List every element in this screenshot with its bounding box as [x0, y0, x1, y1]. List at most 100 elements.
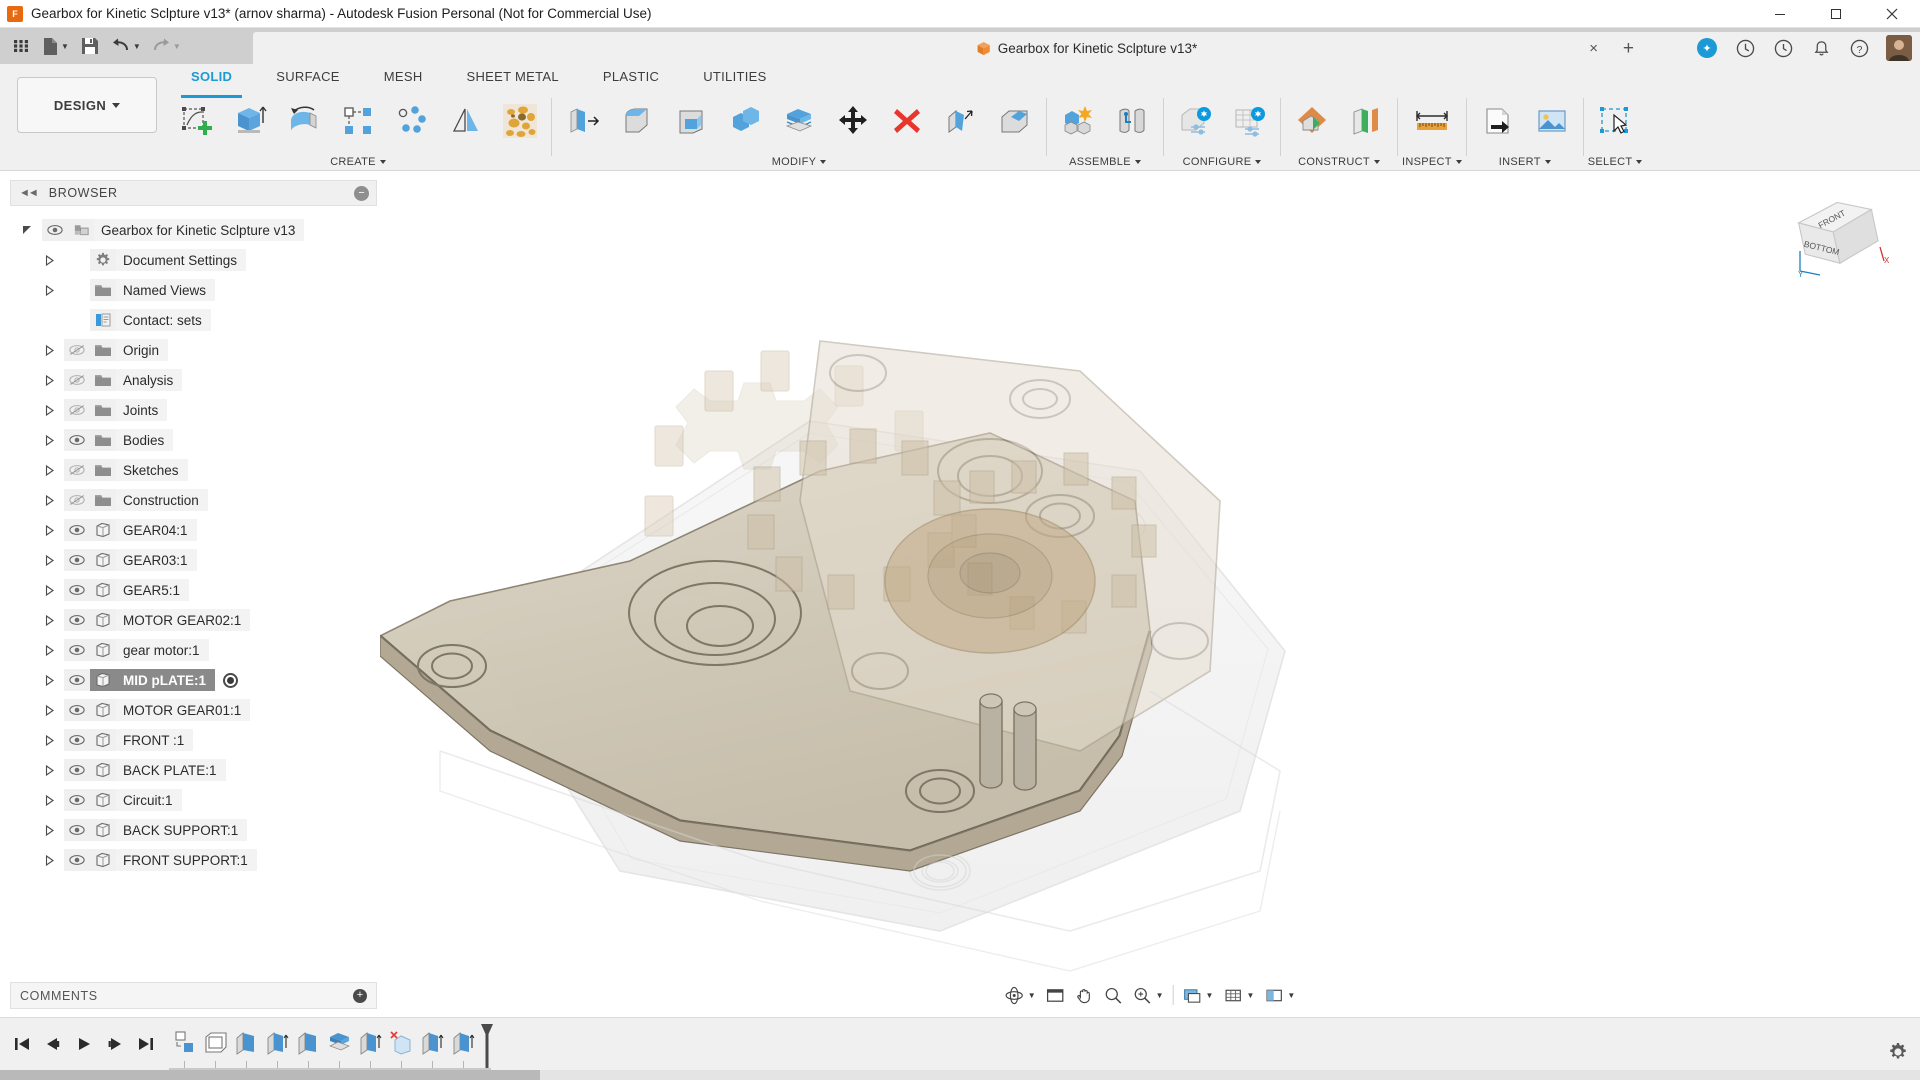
- timeline-feature-9[interactable]: [417, 1026, 448, 1070]
- panel-configure-label[interactable]: CONFIGURE: [1183, 156, 1262, 168]
- notifications-bell-icon[interactable]: [1810, 37, 1832, 59]
- new-document-tab-button[interactable]: +: [1623, 39, 1634, 58]
- tree-item-gear-motor-1[interactable]: gear motor:1: [10, 635, 377, 665]
- user-avatar[interactable]: [1886, 35, 1912, 61]
- extrude-tool[interactable]: [223, 96, 277, 146]
- timeline-feature-7[interactable]: [355, 1026, 386, 1070]
- grid-snaps-button[interactable]: ▼: [1219, 981, 1258, 1009]
- activate-component-radio[interactable]: [223, 672, 238, 688]
- tree-item-origin[interactable]: Origin: [10, 335, 377, 365]
- timeline-feature-2[interactable]: [200, 1026, 231, 1070]
- new-component-tool[interactable]: [1051, 96, 1105, 146]
- tab-plastic[interactable]: PLASTIC: [581, 69, 681, 93]
- tree-twisty-closed-icon[interactable]: [44, 794, 64, 806]
- redo-button[interactable]: ▼: [147, 31, 185, 61]
- insert-canvas-tool[interactable]: [1525, 96, 1579, 146]
- visibility-eye-icon[interactable]: [64, 729, 90, 751]
- panel-modify-label[interactable]: MODIFY: [772, 156, 827, 168]
- create-sketch-tool[interactable]: [169, 96, 223, 146]
- tree-item-analysis[interactable]: Analysis: [10, 365, 377, 395]
- panel-create-label[interactable]: CREATE: [330, 156, 386, 168]
- volumetric-lattice-tool[interactable]: [493, 96, 547, 146]
- close-button[interactable]: [1864, 0, 1920, 28]
- timeline-play[interactable]: [68, 1029, 99, 1060]
- select-tool[interactable]: [1588, 96, 1642, 146]
- tree-twisty-closed-icon[interactable]: [44, 344, 64, 356]
- comments-panel[interactable]: COMMENTS +: [10, 982, 377, 1009]
- zoom-tool[interactable]: [1100, 981, 1127, 1009]
- app-grid-button[interactable]: [6, 31, 36, 61]
- visibility-eye-icon[interactable]: [64, 579, 90, 601]
- draft-tool[interactable]: [934, 96, 988, 146]
- tab-sheet-metal[interactable]: SHEET METAL: [445, 69, 581, 93]
- timeline-go-start[interactable]: [6, 1029, 37, 1060]
- timeline-scroll-thumb[interactable]: [0, 1070, 540, 1080]
- document-tab-close-icon[interactable]: ×: [1589, 41, 1598, 56]
- visibility-eye-icon[interactable]: [64, 549, 90, 571]
- tree-twisty-closed-icon[interactable]: [44, 494, 64, 506]
- display-settings-button[interactable]: ▼: [1179, 981, 1218, 1009]
- timeline-step-forward[interactable]: [99, 1029, 130, 1060]
- timeline-feature-6[interactable]: [324, 1026, 355, 1070]
- tree-twisty-closed-icon[interactable]: [44, 584, 64, 596]
- chevron-down-icon[interactable]: ▼: [1206, 991, 1214, 1000]
- tab-surface[interactable]: SURFACE: [254, 69, 362, 93]
- press-pull-tool[interactable]: [556, 96, 610, 146]
- recent-activity-icon[interactable]: [1772, 37, 1794, 59]
- save-button[interactable]: [75, 31, 105, 61]
- tree-item-gear03-1[interactable]: GEAR03:1: [10, 545, 377, 575]
- align-tool[interactable]: [988, 96, 1042, 146]
- insert-derive-tool[interactable]: [1471, 96, 1525, 146]
- visibility-eye-icon[interactable]: [64, 759, 90, 781]
- tree-twisty-closed-icon[interactable]: [44, 614, 64, 626]
- timeline-feature-5[interactable]: [293, 1026, 324, 1070]
- visibility-eye-icon[interactable]: [64, 789, 90, 811]
- tree-item-motor-gear01-1[interactable]: MOTOR GEAR01:1: [10, 695, 377, 725]
- visibility-eye-icon[interactable]: [64, 849, 90, 871]
- joint-tool[interactable]: [1105, 96, 1159, 146]
- panel-select-label[interactable]: SELECT: [1588, 156, 1643, 168]
- offset-face-tool[interactable]: [772, 96, 826, 146]
- new-file-caret-icon[interactable]: ▼: [61, 42, 69, 51]
- visibility-eye-icon[interactable]: [64, 819, 90, 841]
- tree-item-back-support-1[interactable]: BACK SUPPORT:1: [10, 815, 377, 845]
- view-cube[interactable]: FRONT BOTTOM Y X: [1784, 189, 1892, 281]
- offset-plane-tool[interactable]: [1285, 96, 1339, 146]
- timeline-step-back[interactable]: [37, 1029, 68, 1060]
- timeline-scrollbar[interactable]: [0, 1070, 1920, 1080]
- panel-assemble-label[interactable]: ASSEMBLE: [1069, 156, 1141, 168]
- hand-pan-tool[interactable]: [1071, 981, 1098, 1009]
- undo-caret-icon[interactable]: ▼: [133, 42, 141, 51]
- tree-item-motor-gear02-1[interactable]: MOTOR GEAR02:1: [10, 605, 377, 635]
- tree-twisty-open-icon[interactable]: [22, 225, 42, 236]
- tree-twisty-closed-icon[interactable]: [44, 554, 64, 566]
- zoom-window-tool[interactable]: ▼: [1129, 981, 1168, 1009]
- minimize-button[interactable]: [1752, 0, 1808, 28]
- plane-along-path-tool[interactable]: [1339, 96, 1393, 146]
- tab-utilities[interactable]: UTILITIES: [681, 69, 788, 93]
- tree-twisty-closed-icon[interactable]: [44, 464, 64, 476]
- panel-insert-label[interactable]: INSERT: [1499, 156, 1551, 168]
- circular-pattern-tool[interactable]: [385, 96, 439, 146]
- visibility-eye-hidden-icon[interactable]: [64, 399, 90, 421]
- tree-twisty-closed-icon[interactable]: [44, 704, 64, 716]
- help-clock-icon[interactable]: [1734, 37, 1756, 59]
- tab-mesh[interactable]: MESH: [362, 69, 445, 93]
- tree-item-named-views[interactable]: Named Views: [10, 275, 377, 305]
- tree-item-front-1[interactable]: FRONT :1: [10, 725, 377, 755]
- visibility-eye-hidden-icon[interactable]: [64, 369, 90, 391]
- tree-item-gearbox-for-kinetic-sclpture-v13[interactable]: Gearbox for Kinetic Sclpture v13: [10, 215, 377, 245]
- viewports-button[interactable]: ▼: [1260, 981, 1299, 1009]
- visibility-eye-hidden-icon[interactable]: [64, 489, 90, 511]
- add-comment-icon[interactable]: +: [353, 988, 367, 1003]
- tree-twisty-closed-icon[interactable]: [44, 824, 64, 836]
- visibility-eye-icon[interactable]: [42, 219, 68, 241]
- tree-item-gear5-1[interactable]: GEAR5:1: [10, 575, 377, 605]
- tree-item-joints[interactable]: Joints: [10, 395, 377, 425]
- redo-caret-icon[interactable]: ▼: [173, 42, 181, 51]
- visibility-eye-icon[interactable]: [64, 639, 90, 661]
- tree-twisty-closed-icon[interactable]: [44, 254, 64, 266]
- timeline-end-marker[interactable]: [479, 1022, 493, 1070]
- tree-item-circuit-1[interactable]: Circuit:1: [10, 785, 377, 815]
- tree-twisty-closed-icon[interactable]: [44, 404, 64, 416]
